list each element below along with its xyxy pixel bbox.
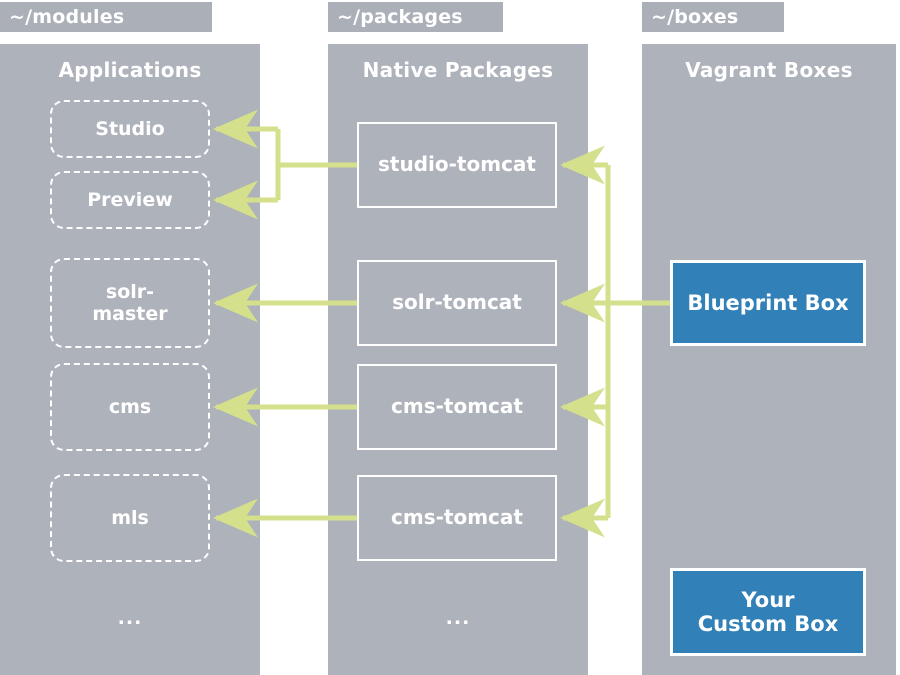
path-tab-boxes: ~/boxes: [642, 2, 784, 32]
path-tab-packages: ~/packages: [328, 2, 503, 32]
node-solr-master[interactable]: solr- master: [50, 258, 210, 348]
node-studio-tomcat[interactable]: studio-tomcat: [357, 122, 557, 208]
node-your-custom-box[interactable]: Your Custom Box: [670, 568, 866, 656]
node-solr-tomcat[interactable]: solr-tomcat: [357, 260, 557, 346]
column-title-boxes: Vagrant Boxes: [685, 58, 853, 82]
node-preview[interactable]: Preview: [50, 171, 210, 229]
column-ellipsis-packages: ...: [445, 607, 471, 629]
node-blueprint-box[interactable]: Blueprint Box: [670, 260, 866, 346]
column-title-packages: Native Packages: [362, 58, 554, 82]
diagram-canvas: Applications... Studio Preview solr- master…: [0, 0, 900, 675]
node-cms-tomcat-2[interactable]: cms-tomcat: [357, 475, 557, 561]
node-cms[interactable]: cms: [50, 363, 210, 451]
node-mls[interactable]: mls: [50, 474, 210, 562]
path-tab-modules: ~/modules: [0, 2, 212, 32]
column-ellipsis-modules: ...: [117, 607, 143, 629]
column-title-modules: Applications: [58, 58, 202, 82]
node-studio[interactable]: Studio: [50, 100, 210, 158]
node-cms-tomcat-1[interactable]: cms-tomcat: [357, 364, 557, 450]
